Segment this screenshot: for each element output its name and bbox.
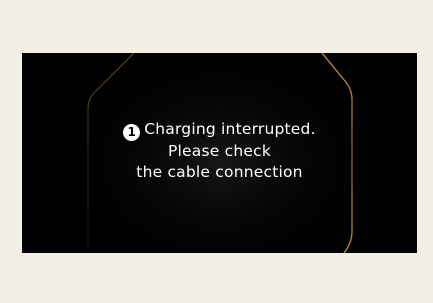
message-line-3: the cable connection [136,163,303,181]
message-line-1: 1 Charging interrupted. [82,119,357,141]
message-line-2: Please check [167,142,271,160]
display-screen: 1 Charging interrupted. Please check the … [22,53,417,253]
charging-interrupted-message: 1 Charging interrupted. Please check the … [82,119,357,183]
info-number-1-icon: 1 [123,124,141,141]
message-line-1-text: Charging interrupted. [144,120,316,138]
